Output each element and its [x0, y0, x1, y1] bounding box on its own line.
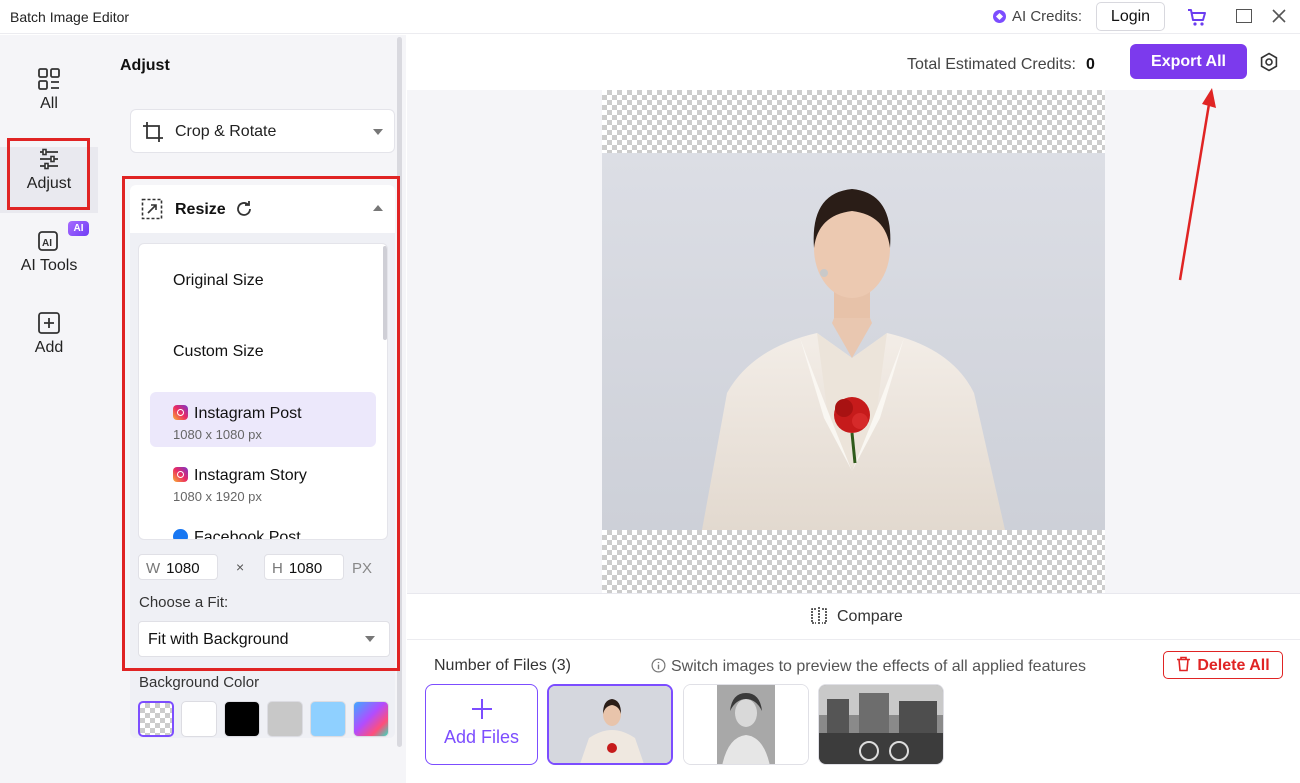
svg-text:AI: AI [42, 238, 52, 249]
add-square-icon [38, 312, 60, 334]
preview-hint: Switch images to preview the effects of … [651, 658, 1086, 676]
thumbnail-image [549, 686, 671, 763]
estimated-credits: Total Estimated Credits: 0 [907, 56, 1095, 73]
background-color-label: Background Color [139, 674, 260, 691]
ai-credits-label: AI Credits: [1012, 8, 1083, 25]
compare-bar[interactable]: Compare [407, 593, 1300, 639]
compare-icon [811, 607, 827, 625]
rail-label-ai-tools: AI Tools [20, 257, 78, 274]
delete-all-button[interactable]: Delete All [1163, 651, 1283, 679]
login-button[interactable]: Login [1096, 2, 1165, 31]
thumbnail-image [819, 685, 943, 764]
crop-rotate-label: Crop & Rotate [175, 123, 277, 140]
rail-item-add[interactable]: Add [0, 311, 98, 377]
close-icon[interactable] [1270, 7, 1288, 25]
ai-tools-icon: AI [38, 231, 58, 251]
ai-credits: AI Credits: [993, 8, 1082, 25]
swatch-transparent[interactable] [138, 701, 174, 737]
export-all-button[interactable]: Export All [1130, 44, 1247, 79]
chevron-down-icon [373, 129, 383, 135]
info-icon [651, 658, 666, 673]
grid-icon [38, 68, 60, 90]
annotation-arrow [1178, 88, 1216, 281]
maximize-icon[interactable] [1236, 9, 1252, 23]
swatch-gradient[interactable] [353, 701, 389, 737]
panel-title: Adjust [120, 57, 170, 74]
compare-label: Compare [837, 608, 903, 625]
preview-canvas [602, 90, 1105, 593]
main-toolbar: Total Estimated Credits: 0 Export All [407, 35, 1300, 90]
swatch-white[interactable] [181, 701, 217, 737]
app-title: Batch Image Editor [10, 9, 130, 25]
highlight-resize [122, 176, 400, 671]
file-thumbnail-3[interactable] [818, 684, 944, 765]
swatch-gray[interactable] [267, 701, 303, 737]
trash-icon [1177, 656, 1191, 671]
credits-icon [993, 10, 1006, 23]
rail-item-all[interactable]: All [0, 67, 98, 133]
rail-item-ai-tools[interactable]: AI AI Tools [0, 229, 98, 295]
portrait-image [702, 189, 1005, 530]
thumbnail-image [684, 685, 808, 764]
estimated-credits-value: 0 [1085, 56, 1095, 73]
highlight-adjust [7, 138, 90, 210]
file-thumbnail-2[interactable] [683, 684, 809, 765]
main-area: Total Estimated Credits: 0 Export All Co… [407, 35, 1300, 783]
cart-icon[interactable] [1187, 7, 1207, 27]
files-count: Number of Files (3) [434, 657, 571, 674]
swatch-light-blue[interactable] [310, 701, 346, 737]
rail-label-add: Add [34, 339, 64, 356]
crop-rotate-card[interactable]: Crop & Rotate [130, 109, 395, 153]
add-files-label: Add Files [443, 727, 520, 747]
files-area: Number of Files (3) Switch images to pre… [407, 639, 1300, 783]
crop-icon [143, 122, 163, 142]
swatch-black[interactable] [224, 701, 260, 737]
settings-icon[interactable] [1259, 52, 1279, 72]
preview-photo [602, 153, 1105, 530]
rail-label-all: All [40, 95, 58, 112]
file-thumbnail-1[interactable] [547, 684, 673, 765]
add-files-button[interactable]: Add Files [425, 684, 538, 765]
ai-badge: AI [68, 221, 89, 236]
title-bar: Batch Image Editor AI Credits: Login [0, 0, 1300, 34]
plus-icon [471, 699, 492, 719]
